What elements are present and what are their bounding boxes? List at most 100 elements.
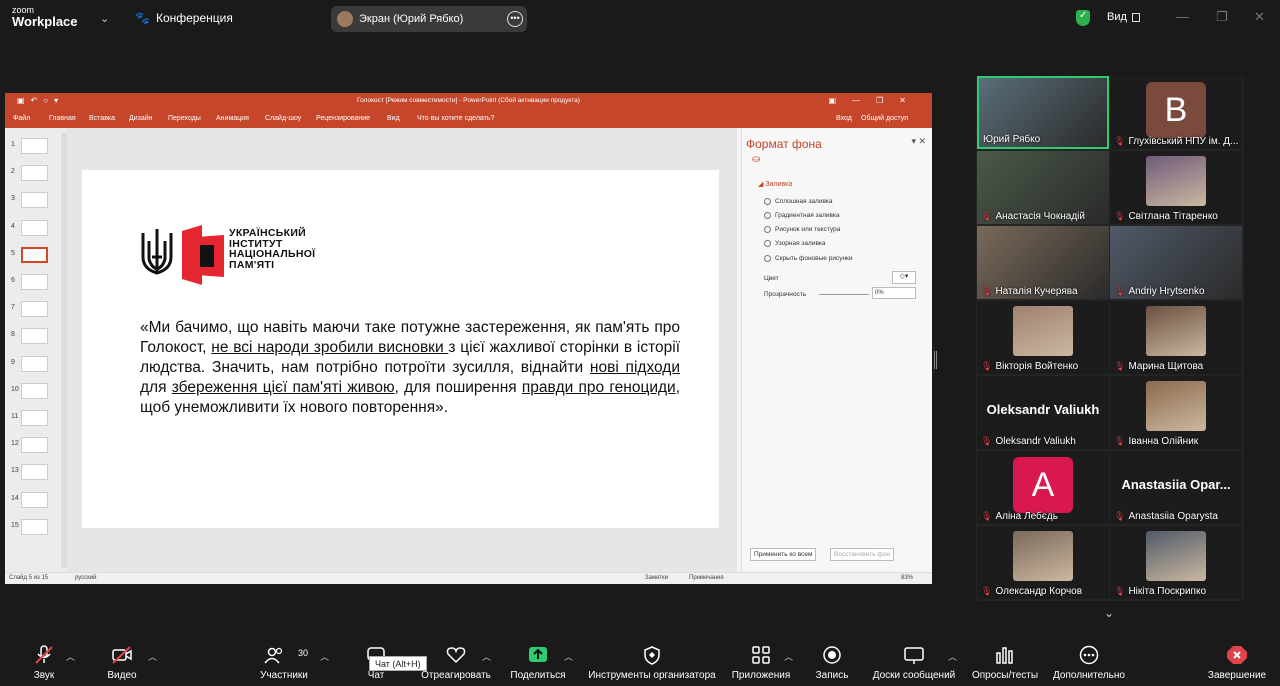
slide-thumbnail — [21, 192, 48, 209]
chevron-down-icon[interactable]: ⌄ — [1104, 606, 1114, 620]
chevron-up-icon[interactable]: ︿ — [320, 650, 329, 663]
participant-tile[interactable]: B 🎙 Глухівський НПУ ім. Д... — [1110, 76, 1242, 149]
zoom-logo[interactable]: zoom Workplace — [12, 6, 78, 29]
slide-thumb-number: 3 — [11, 195, 15, 203]
participant-name-text: Oleksandr Valiukh — [995, 436, 1076, 447]
whiteboards-button[interactable]: Доски сообщений — [868, 636, 960, 686]
participant-tile[interactable]: Anastasiia Opar... 🎙 Anastasiia Oparysta — [1110, 451, 1242, 524]
profile-photo — [1146, 381, 1206, 431]
color-picker: ◇▾ — [892, 271, 916, 284]
slide-thumb-number: 10 — [11, 385, 19, 393]
polls-label: Опросы/тесты — [971, 670, 1039, 681]
participant-tile[interactable]: Oleksandr Valiukh 🎙 Oleksandr Valiukh — [977, 376, 1109, 449]
participant-name-text: Світлана Тітаренко — [1128, 211, 1218, 222]
share-label: Поделиться — [510, 670, 566, 681]
participant-name-text: Наталія Кучерява — [995, 286, 1078, 297]
apps-icon — [752, 646, 770, 664]
chevron-up-icon[interactable]: ︿ — [66, 650, 75, 663]
participants-count: 30 — [298, 648, 309, 658]
fill-option: Сплошная заливка — [764, 198, 833, 205]
participant-name-text: Глухівський НПУ ім. Д... — [1128, 136, 1239, 147]
share-button[interactable]: Поделиться — [508, 636, 568, 686]
chevron-up-icon[interactable]: ︿ — [148, 650, 157, 663]
chevron-up-icon[interactable]: ︿ — [564, 650, 573, 663]
participants-icon — [264, 647, 283, 664]
participants-button[interactable]: 30 Участники — [256, 636, 312, 686]
record-button[interactable]: Запись — [810, 636, 854, 686]
slide-thumbnail — [21, 410, 48, 426]
quote-underlined: збереження цієї пам'яті живою — [171, 379, 395, 396]
participant-name: 🎙 Іванна Олійник — [1114, 436, 1198, 447]
ppt-tab: Слайд-шоу — [265, 115, 302, 122]
video-label: Видео — [107, 670, 137, 681]
ppt-tab: Анимация — [216, 115, 249, 122]
participant-tile[interactable]: 🎙 Іванна Олійник — [1110, 376, 1242, 449]
quote-part: , для поширення — [394, 379, 522, 396]
ppt-ribbon-tabs: Файл Главная Вставка Дизайн Переходы Ани… — [5, 110, 932, 128]
slide-quote: «Ми бачимо, що навіть маючи таке потужне… — [140, 318, 680, 418]
meeting-info-button[interactable]: 🐾 Конференция — [135, 11, 233, 25]
end-icon — [1227, 646, 1247, 664]
participant-name: 🎙 Глухівський НПУ ім. Д... — [1114, 136, 1238, 147]
participant-tile[interactable]: 🎙 Нікіта Поскрипко — [1110, 526, 1242, 599]
whiteboard-icon — [904, 647, 924, 664]
profile-photo — [1146, 156, 1206, 206]
mic-muted-icon: 🎙 — [1114, 511, 1126, 521]
restore-icon[interactable]: ❐ — [1216, 9, 1228, 25]
share-screen-icon — [529, 647, 547, 662]
participant-name-text: Аліна Лебєдь — [995, 511, 1058, 522]
hide-bg-option: Скрыть фоновые рисунки — [764, 255, 853, 262]
fill-option: Узорная заливка — [764, 240, 826, 247]
mic-muted-icon: 🎙 — [1114, 286, 1126, 296]
slide-thumb-number: 9 — [11, 358, 15, 366]
close-icon: ▾ ✕ — [911, 136, 926, 146]
participant-name: 🎙 Світлана Тітаренко — [1114, 211, 1218, 222]
fill-section: ◢ Заливка — [758, 181, 793, 188]
host-tools-button[interactable]: Инструменты организатора — [584, 636, 720, 686]
view-button[interactable]: Вид — [1107, 11, 1140, 23]
minimize-icon[interactable]: — — [1176, 9, 1189, 24]
chevron-up-icon[interactable]: ︿ — [784, 650, 793, 663]
more-button[interactable]: Дополнительно — [1048, 636, 1130, 686]
chevron-down-icon[interactable]: ⌄ — [100, 12, 109, 25]
institute-name: УКРАЇНСЬКИЙ ІНСТИТУТ НАЦІОНАЛЬНОЇ ПАМ'ЯТ… — [229, 228, 315, 270]
slide-thumb-number: 4 — [11, 222, 15, 230]
format-pane-title: Формат фона — [746, 137, 822, 151]
participant-tile[interactable]: 🎙 Олександр Корчов — [977, 526, 1109, 599]
mic-muted-icon: 🎙 — [1114, 136, 1126, 146]
participant-tile[interactable]: 🎙 Марина Щитова — [1110, 301, 1242, 374]
participant-name-text: Іванна Олійник — [1128, 436, 1199, 447]
video-button[interactable]: Видео — [98, 636, 146, 686]
ppt-login: Вход — [836, 115, 852, 122]
participant-name: 🎙 Аліна Лебєдь — [981, 511, 1058, 522]
share-indicator-pill[interactable]: Экран (Юрий Рябко) ••• — [331, 6, 527, 32]
close-icon[interactable]: ✕ — [1254, 9, 1265, 25]
mic-muted-icon: 🎙 — [1114, 436, 1126, 446]
participant-gallery: Юрий Рябко B 🎙 Глухівський НПУ ім. Д... 🎙 Ана… — [976, 76, 1244, 601]
mic-muted-icon: 🎙 — [981, 586, 993, 596]
chevron-up-icon[interactable]: ︿ — [482, 650, 491, 663]
end-meeting-button[interactable]: Завершение — [1202, 636, 1272, 686]
more-icon[interactable]: ••• — [507, 11, 523, 27]
encryption-shield-icon[interactable] — [1076, 10, 1090, 26]
participant-tile[interactable]: A 🎙 Аліна Лебєдь — [977, 451, 1109, 524]
participant-tile[interactable]: 🎙 Наталія Кучерява — [977, 226, 1109, 299]
avatar-letter: B — [1146, 82, 1206, 138]
quote-underlined: не всі народи зробили висновки — [211, 339, 449, 356]
participant-tile[interactable]: 🎙 Вікторія Войтенко — [977, 301, 1109, 374]
ppt-tab: Вид — [387, 115, 400, 122]
audio-button[interactable]: Звук — [22, 636, 66, 686]
slide-thumbnail — [21, 138, 48, 154]
chevron-up-icon[interactable]: ︿ — [948, 650, 957, 663]
participant-tile[interactable]: 🎙 Andriy Hrytsenko — [1110, 226, 1242, 299]
ppt-tab: Главная — [49, 115, 76, 122]
participant-tile[interactable]: Юрий Рябко — [977, 76, 1109, 149]
participant-tile[interactable]: 🎙 Анастасія Чокнадій — [977, 151, 1109, 224]
ppt-tab: Переходы — [168, 115, 201, 122]
participant-name-text: Нікіта Поскрипко — [1128, 586, 1207, 597]
polls-button[interactable]: Опросы/тесты — [968, 636, 1042, 686]
splitter-handle[interactable] — [934, 351, 937, 369]
zoom-level: 83% — [901, 575, 914, 581]
apply-all-button: Применить ко всем — [750, 548, 817, 561]
participant-tile[interactable]: 🎙 Світлана Тітаренко — [1110, 151, 1242, 224]
